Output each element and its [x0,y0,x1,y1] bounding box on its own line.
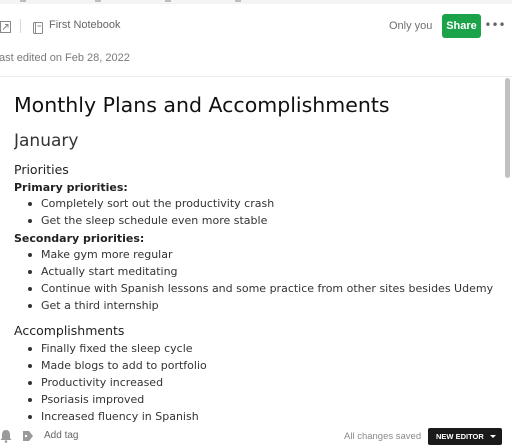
list-item: Increased fluency in Spanish [14,408,494,423]
bullet-icon [28,270,32,274]
top-strip [0,0,512,4]
list-item: Actually start meditating [14,263,494,280]
bullet-icon [28,219,32,223]
list-item-text: Productivity increased [41,376,164,389]
list-item: Productivity increased [14,374,494,391]
list-item: Continue with Spanish lessons and some p… [14,280,494,297]
bullet-icon [28,253,32,257]
note-body[interactable]: Monthly Plans and Accomplishments Januar… [14,78,502,423]
notebook-link[interactable]: First Notebook [33,16,121,34]
notebook-label: First Notebook [49,19,121,31]
top-strip-mark [95,0,101,2]
scrollbar-thumb[interactable] [505,78,510,178]
list-item-text: Made blogs to add to portfolio [41,359,207,372]
last-edited-text: ast edited on Feb 28, 2022 [0,52,130,64]
list-item: Completely sort out the productivity cra… [14,195,494,212]
top-strip-mark [235,0,241,2]
more-icon[interactable]: ••• [484,17,505,33]
top-strip-mark [20,0,26,2]
list-item-text: Psoriasis improved [41,393,145,406]
top-strip-mark [165,0,171,2]
list-item-text: Get the sleep schedule even more stable [41,214,268,227]
bullet-icon [28,202,32,206]
list-item-text: Actually start meditating [41,265,178,278]
primary-priorities-label: Primary priorities: [14,181,128,194]
save-status: All changes saved [344,431,422,442]
list-item-text: Completely sort out the productivity cra… [41,197,275,210]
month-heading: January [14,131,79,151]
caret-down-icon [490,435,496,438]
bullet-icon [28,415,32,419]
secondary-priorities-label: Secondary priorities: [14,232,145,245]
list-item: Get a third internship [14,297,494,314]
bullet-icon [28,364,32,368]
list-item: Make gym more regular [14,246,494,263]
note-editor: First Notebook Only you Share ••• ast ed… [0,0,512,447]
bullet-icon [28,398,32,402]
list-item: Psoriasis improved [14,391,494,408]
bullet-icon [28,304,32,308]
reminder-icon[interactable] [0,428,12,443]
bullet-icon [28,347,32,351]
note-header: First Notebook Only you Share ••• [0,8,512,44]
share-button[interactable]: Share [442,14,481,38]
new-editor-label: NEW EDITOR [436,432,484,441]
list-item-text: Finally fixed the sleep cycle [41,342,193,355]
list-item: Get the sleep schedule even more stable [14,212,494,229]
list-item: Made blogs to add to portfolio [14,357,494,374]
share-scope-label[interactable]: Only you [389,20,432,32]
expand-icon[interactable] [0,18,11,33]
list-item-text: Make gym more regular [41,248,173,261]
list-item-text: Increased fluency in Spanish [41,410,199,423]
add-tag-button[interactable]: Add tag [44,430,78,441]
new-editor-button[interactable]: NEW EDITOR [428,428,502,445]
bullet-icon [28,381,32,385]
list-item-text: Continue with Spanish lessons and some p… [41,282,494,295]
notebook-icon [33,19,43,34]
bullet-icon [28,287,32,291]
header-divider-line [0,76,512,77]
accomplishments-list: Finally fixed the sleep cycle Made blogs… [14,340,494,423]
list-item-text: Get a third internship [41,299,159,312]
tag-icon[interactable] [22,428,34,442]
primary-priorities-list: Completely sort out the productivity cra… [14,195,494,229]
note-footer: Add tag All changes saved NEW EDITOR [0,423,512,447]
secondary-priorities-list: Make gym more regular Actually start med… [14,246,494,314]
priorities-heading: Priorities [14,162,69,177]
header-divider [20,19,21,33]
list-item: Finally fixed the sleep cycle [14,340,494,357]
accomplishments-heading: Accomplishments [14,323,125,338]
note-title[interactable]: Monthly Plans and Accomplishments [14,93,390,117]
